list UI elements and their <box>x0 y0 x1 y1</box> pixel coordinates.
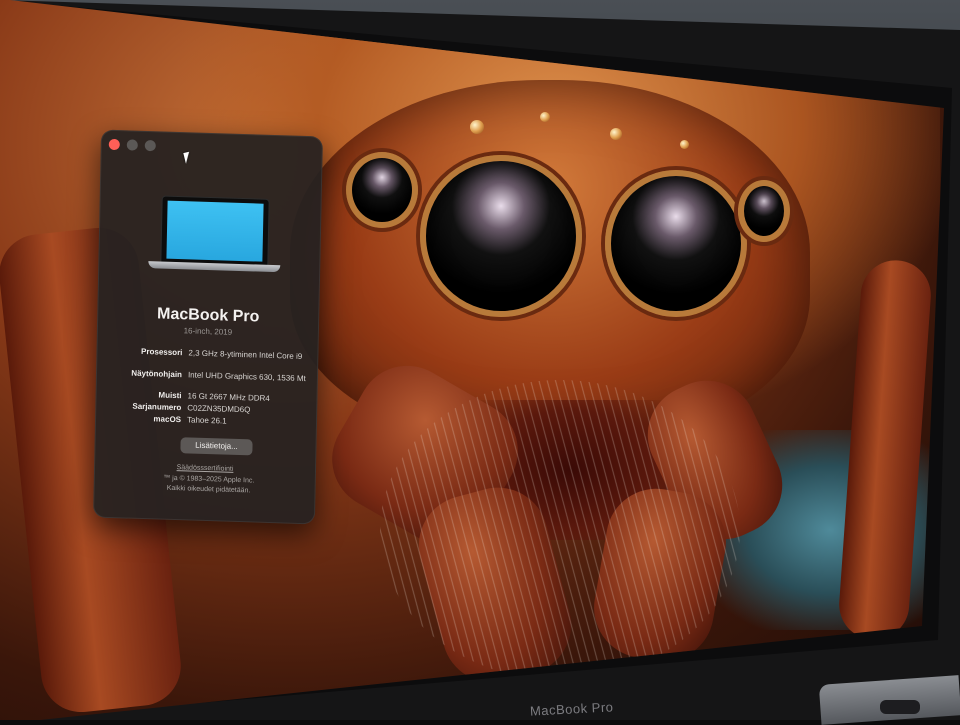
wallpaper-spider-hairs <box>380 380 740 680</box>
wallpaper-dew-drop <box>680 140 689 149</box>
about-this-mac-window[interactable]: MacBook Pro 16-inch, 2019 Prosessori 2,3… <box>92 129 324 525</box>
wallpaper-spider-eye <box>420 155 582 317</box>
arrow-cursor-icon <box>183 151 192 164</box>
spec-label: Prosessori <box>141 346 183 358</box>
window-minimize-button[interactable] <box>126 139 138 151</box>
copyright-text: ™ ja © 1983–2025 Apple Inc. Kaikki oikeu… <box>124 472 294 497</box>
macbook-illustration-screen <box>160 195 270 269</box>
spec-value: 2,3 GHz 8-ytiminen Intel Core i9 <box>188 348 303 361</box>
macbook-illustration-icon <box>148 195 281 273</box>
touch-id-key <box>880 700 920 714</box>
wallpaper-dew-drop <box>540 112 550 122</box>
spec-row-memory: Muisti 16 Gt 2667 MHz DDR4 <box>96 388 318 402</box>
spec-value: Intel UHD Graphics 630, 1536 Mt <box>187 370 306 384</box>
spec-label: macOS <box>153 414 182 425</box>
wallpaper-spider-eye <box>605 170 747 317</box>
wallpaper-dew-drop <box>610 128 622 140</box>
window-zoom-button[interactable] <box>144 139 156 152</box>
spec-label: Sarjanumero <box>132 401 182 413</box>
more-info-button[interactable]: Lisätietoja... <box>180 437 253 456</box>
wallpaper-dew-drop <box>470 120 484 134</box>
wallpaper-spider-eye <box>738 180 790 242</box>
spec-value: Tahoe 26.1 <box>186 415 227 426</box>
spec-row-graphics: Näytönohjain Intel UHD Graphics 630, 153… <box>96 368 318 383</box>
window-close-button[interactable] <box>108 138 120 151</box>
spec-label: Näytönohjain <box>131 368 183 380</box>
spec-row-processor: Prosessori 2,3 GHz 8-ytiminen Intel Core… <box>97 346 319 361</box>
macbook-illustration-display <box>166 200 264 262</box>
wallpaper-spider-eye <box>346 152 418 228</box>
spec-label: Muisti <box>158 390 182 401</box>
